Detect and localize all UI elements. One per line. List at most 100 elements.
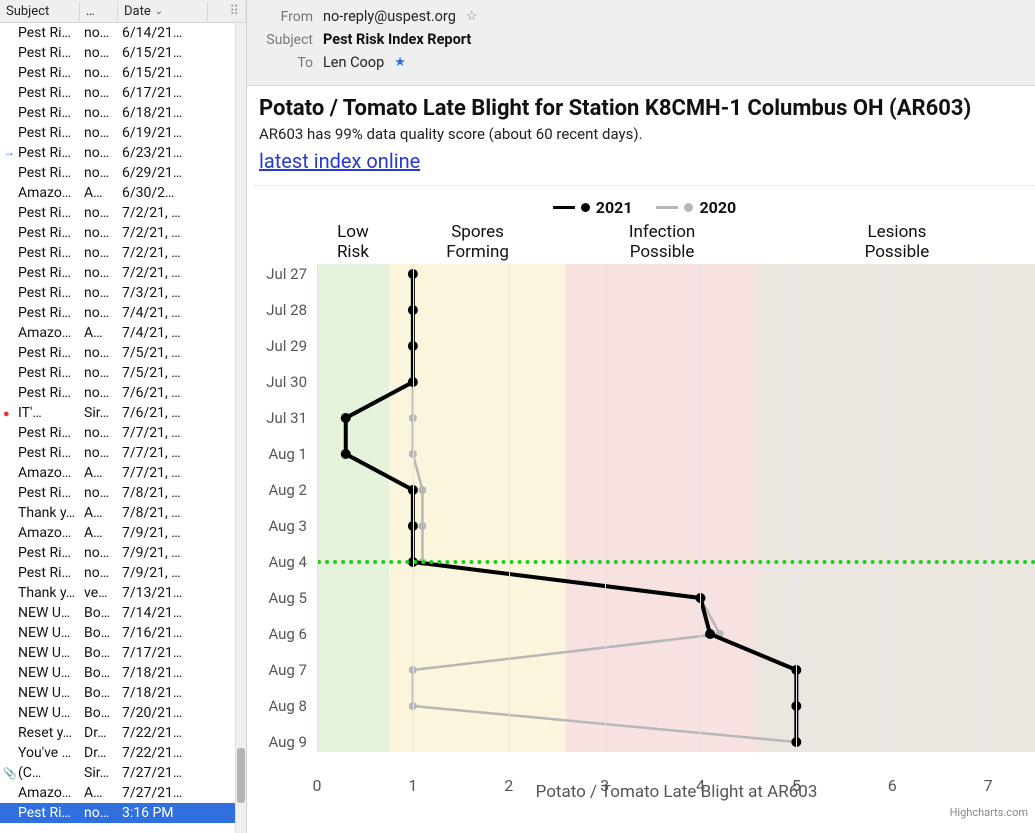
table-row[interactable]: Pest Ri…no…7/7/21, … bbox=[0, 423, 246, 443]
x-tick: 5 bbox=[792, 776, 801, 795]
gridline bbox=[509, 264, 510, 752]
table-row[interactable]: ●IT'…Sir…7/6/21, … bbox=[0, 403, 246, 423]
table-row[interactable]: You've …Dr…7/22/21… bbox=[0, 743, 246, 763]
table-row[interactable]: 📎(C…Sir…7/27/21… bbox=[0, 763, 246, 783]
legend-item-2020[interactable]: 2020 bbox=[656, 198, 736, 217]
chevron-down-icon: ⌄ bbox=[155, 6, 163, 17]
legend-item-2021[interactable]: 2021 bbox=[553, 198, 633, 217]
table-row[interactable]: Pest Ri…no…7/9/21, … bbox=[0, 563, 246, 583]
column-picker-icon[interactable]: ⠿ bbox=[208, 2, 246, 21]
table-row[interactable]: Pest Ri…no…7/9/21, … bbox=[0, 543, 246, 563]
x-tick: 4 bbox=[696, 776, 705, 795]
star-icon[interactable]: ★ bbox=[394, 55, 406, 70]
to-value[interactable]: Len Coop bbox=[323, 54, 384, 71]
row-subject: Pest Ri… bbox=[18, 485, 84, 501]
table-row[interactable]: Pest Ri…no…3:16 PM bbox=[0, 803, 246, 823]
table-row[interactable]: Pest Ri…no…6/15/21… bbox=[0, 63, 246, 83]
message-body: Potato / Tomato Late Blight for Station … bbox=[247, 86, 1035, 833]
col-dots[interactable]: … bbox=[80, 2, 118, 21]
table-row[interactable]: Pest Ri…no…6/15/21… bbox=[0, 43, 246, 63]
table-row[interactable]: Pest Ri…no…7/2/21, … bbox=[0, 203, 246, 223]
table-row[interactable]: Pest Ri…no…6/19/21… bbox=[0, 123, 246, 143]
latest-index-link[interactable]: latest index online bbox=[259, 149, 420, 173]
table-row[interactable]: Pest Ri…no…6/18/21… bbox=[0, 103, 246, 123]
from-value[interactable]: no-reply@uspest.org bbox=[323, 8, 456, 25]
row-from: A… bbox=[84, 785, 122, 801]
table-row[interactable]: Amazo…A…7/7/21, … bbox=[0, 463, 246, 483]
y-tick: Aug 5 bbox=[268, 589, 307, 607]
row-subject: Pest Ri… bbox=[18, 425, 84, 441]
row-from: no… bbox=[84, 425, 122, 441]
row-date: 7/9/21, … bbox=[122, 525, 240, 541]
row-date: 6/15/21… bbox=[122, 45, 240, 61]
table-row[interactable]: Amazo…A…7/9/21, … bbox=[0, 523, 246, 543]
table-row[interactable]: Amazo…A…7/27/21… bbox=[0, 783, 246, 803]
table-row[interactable]: Amazo…A…6/30/2… bbox=[0, 183, 246, 203]
table-row[interactable]: Pest Ri…no…7/2/21, … bbox=[0, 223, 246, 243]
col-date[interactable]: Date ⌄ bbox=[118, 2, 208, 21]
row-subject: Pest Ri… bbox=[18, 365, 84, 381]
row-subject: Pest Ri… bbox=[18, 805, 84, 821]
table-row[interactable]: Reset y…Dr…7/22/21… bbox=[0, 723, 246, 743]
row-subject: Pest Ri… bbox=[18, 65, 84, 81]
table-row[interactable]: Pest Ri…no…7/6/21, … bbox=[0, 383, 246, 403]
row-from: Bo… bbox=[84, 605, 122, 621]
row-from: Sir… bbox=[84, 765, 122, 781]
row-from: A… bbox=[84, 525, 122, 541]
row-from: no… bbox=[84, 445, 122, 461]
row-date: 7/2/21, … bbox=[122, 265, 240, 281]
table-row[interactable]: Pest Ri…no…7/5/21, … bbox=[0, 343, 246, 363]
table-row[interactable]: Pest Ri…no…7/8/21, … bbox=[0, 483, 246, 503]
table-row[interactable]: NEW U…Bo…7/16/21… bbox=[0, 623, 246, 643]
row-subject: NEW U… bbox=[18, 645, 84, 661]
star-icon[interactable]: ☆ bbox=[466, 9, 478, 24]
row-subject: Pest Ri… bbox=[18, 125, 84, 141]
row-from: no… bbox=[84, 85, 122, 101]
table-row[interactable]: Pest Ri…no…7/2/21, … bbox=[0, 243, 246, 263]
table-row[interactable]: NEW U…Bo…7/14/21… bbox=[0, 603, 246, 623]
col-subject[interactable]: Subject bbox=[0, 2, 80, 21]
table-row[interactable]: Thank y…A…7/8/21, … bbox=[0, 503, 246, 523]
table-row[interactable]: NEW U…Bo…7/18/21… bbox=[0, 663, 246, 683]
row-subject: (C… bbox=[18, 765, 84, 781]
row-date: 7/2/21, … bbox=[122, 205, 240, 221]
band-label: InfectionPossible bbox=[566, 223, 758, 262]
table-row[interactable]: Pest Ri…no…6/17/21… bbox=[0, 83, 246, 103]
table-row[interactable]: Pest Ri…no…7/5/21, … bbox=[0, 363, 246, 383]
row-from: no… bbox=[84, 385, 122, 401]
row-date: 7/18/21… bbox=[122, 665, 240, 681]
table-row[interactable]: Amazo…A…7/4/21, … bbox=[0, 323, 246, 343]
row-date: 7/8/21, … bbox=[122, 505, 240, 521]
table-row[interactable]: →Pest Ri…no…6/23/21… bbox=[0, 143, 246, 163]
row-from: no… bbox=[84, 345, 122, 361]
subject-label: Subject bbox=[263, 32, 313, 48]
gridline bbox=[892, 264, 893, 752]
row-from: no… bbox=[84, 305, 122, 321]
x-tick: 1 bbox=[408, 776, 417, 795]
row-from: no… bbox=[84, 285, 122, 301]
table-row[interactable]: Pest Ri…no…6/14/21… bbox=[0, 23, 246, 43]
table-row[interactable]: Pest Ri…no…6/29/21… bbox=[0, 163, 246, 183]
table-row[interactable]: Pest Ri…no…7/2/21, … bbox=[0, 263, 246, 283]
table-row[interactable]: Pest Ri…no…7/4/21, … bbox=[0, 303, 246, 323]
legend-label-0: 2021 bbox=[596, 198, 633, 217]
row-subject: Pest Ri… bbox=[18, 45, 84, 61]
table-row[interactable]: NEW U…Bo…7/20/21… bbox=[0, 703, 246, 723]
message-rows[interactable]: Pest Ri…no…6/14/21…Pest Ri…no…6/15/21…Pe… bbox=[0, 23, 246, 833]
table-row[interactable]: NEW U…Bo…7/18/21… bbox=[0, 683, 246, 703]
row-date: 6/19/21… bbox=[122, 125, 240, 141]
table-row[interactable]: Pest Ri…no…7/7/21, … bbox=[0, 443, 246, 463]
scrollbar-thumb[interactable] bbox=[237, 748, 245, 803]
x-tick: 7 bbox=[984, 776, 993, 795]
row-subject: Thank y… bbox=[18, 505, 84, 521]
table-row[interactable]: Thank y…ve…7/13/21… bbox=[0, 583, 246, 603]
row-subject: Pest Ri… bbox=[18, 225, 84, 241]
table-row[interactable]: Pest Ri…no…7/3/21, … bbox=[0, 283, 246, 303]
gridline bbox=[700, 264, 701, 752]
row-from: Bo… bbox=[84, 665, 122, 681]
row-subject: Pest Ri… bbox=[18, 265, 84, 281]
row-subject: Amazo… bbox=[18, 325, 84, 341]
scrollbar[interactable] bbox=[235, 23, 246, 833]
today-line bbox=[317, 560, 1035, 564]
table-row[interactable]: NEW U…Bo…7/17/21… bbox=[0, 643, 246, 663]
